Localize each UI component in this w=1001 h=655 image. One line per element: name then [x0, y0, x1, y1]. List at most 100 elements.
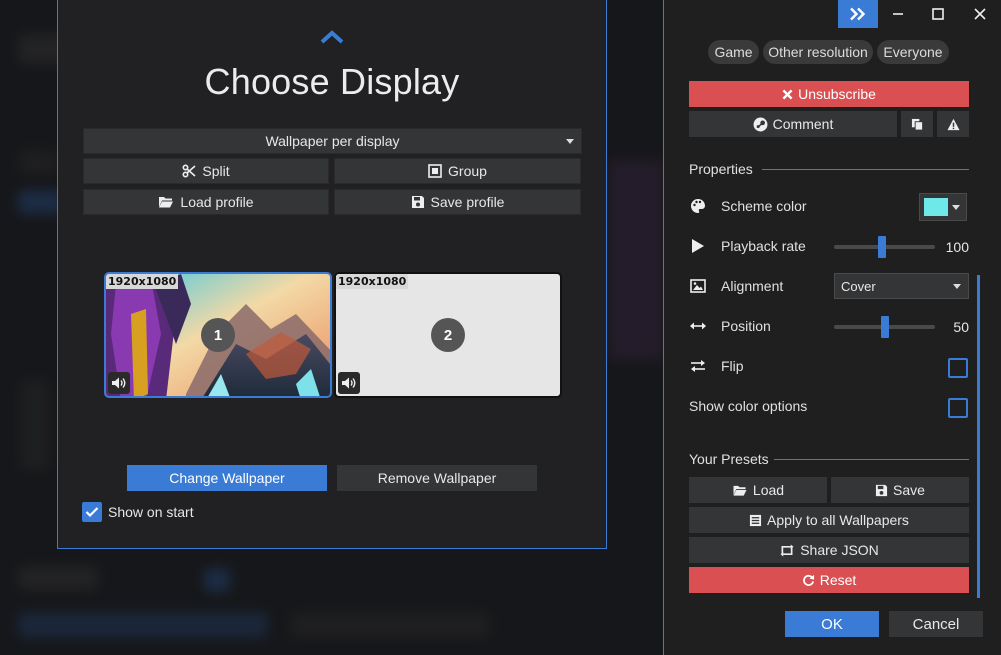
- cancel-button[interactable]: Cancel: [889, 611, 983, 637]
- display-resolution-label: 1920x1080: [336, 274, 409, 289]
- choose-display-dialog: Choose Display Wallpaper per display Spl…: [57, 0, 607, 549]
- group-label: Group: [448, 163, 487, 179]
- display-resolution-label: 1920x1080: [106, 274, 179, 289]
- folder-open-icon: [159, 197, 174, 208]
- save-profile-label: Save profile: [430, 194, 505, 210]
- minimize-icon: [893, 13, 903, 15]
- chevron-up-icon[interactable]: [319, 29, 345, 45]
- speaker-icon[interactable]: [108, 372, 130, 394]
- flip-label: Flip: [721, 358, 744, 374]
- apply-to-all-label: Apply to all Wallpapers: [767, 512, 909, 528]
- floppy-disk-icon: [875, 484, 888, 496]
- scissors-icon: [182, 164, 196, 178]
- share-json-button[interactable]: Share JSON: [689, 537, 969, 563]
- display-1-tile[interactable]: 1920x1080 1: [104, 272, 332, 398]
- comment-button[interactable]: Comment: [689, 111, 897, 137]
- alignment-row: Alignment: [689, 278, 783, 294]
- palette-icon: [689, 198, 707, 214]
- list-icon: [749, 514, 762, 526]
- alignment-select[interactable]: Cover: [834, 273, 969, 299]
- save-profile-button[interactable]: Save profile: [334, 189, 581, 215]
- group-button[interactable]: Group: [334, 158, 581, 184]
- show-on-start-label: Show on start: [108, 504, 194, 520]
- load-profile-button[interactable]: Load profile: [83, 189, 329, 215]
- apply-to-all-button[interactable]: Apply to all Wallpapers: [689, 507, 969, 533]
- caret-down-icon: [566, 139, 574, 144]
- display-number-badge: 1: [201, 318, 235, 352]
- dialog-title: Choose Display: [204, 61, 460, 102]
- show-on-start-checkbox[interactable]: [82, 502, 102, 522]
- panel-scrollbar[interactable]: [977, 275, 980, 598]
- position-label: Position: [721, 318, 771, 334]
- section-divider: [774, 459, 969, 460]
- presets-heading: Your Presets: [689, 451, 769, 467]
- refresh-icon: [802, 574, 814, 586]
- load-label: Load: [752, 482, 785, 498]
- wallpaper-properties-panel: Game Other resolution Everyone Unsubscri…: [663, 0, 1001, 655]
- tag-game[interactable]: Game: [708, 40, 759, 64]
- collapse-panel-button[interactable]: [838, 0, 878, 28]
- show-color-options-row: Show color options: [689, 398, 807, 414]
- save-label: Save: [893, 482, 925, 498]
- play-icon: [689, 238, 707, 254]
- image-icon: [689, 278, 707, 294]
- display-2-tile[interactable]: 1920x1080 2: [334, 272, 562, 398]
- arrows-horizontal-icon: [689, 318, 707, 334]
- change-wallpaper-button[interactable]: Change Wallpaper: [127, 465, 327, 491]
- alignment-label: Alignment: [721, 278, 784, 294]
- unsubscribe-label: Unsubscribe: [798, 86, 876, 102]
- color-swatch: [924, 198, 948, 216]
- reset-button[interactable]: Reset: [689, 567, 969, 593]
- playback-rate-label: Playback rate: [721, 238, 806, 254]
- slider-thumb[interactable]: [881, 316, 889, 338]
- playback-rate-slider[interactable]: [834, 236, 935, 258]
- playback-rate-row: Playback rate: [689, 238, 806, 254]
- split-button[interactable]: Split: [83, 158, 329, 184]
- report-button[interactable]: [937, 111, 969, 137]
- show-color-options-label: Show color options: [689, 398, 808, 414]
- copy-icon: [911, 118, 923, 131]
- playback-rate-value: 100: [945, 239, 969, 255]
- caret-down-icon: [952, 205, 960, 210]
- load-preset-button[interactable]: Load: [689, 477, 827, 503]
- group-icon: [428, 164, 442, 178]
- unsubscribe-button[interactable]: Unsubscribe: [689, 81, 969, 107]
- comment-label: Comment: [772, 116, 834, 132]
- position-value: 50: [953, 319, 969, 335]
- position-slider[interactable]: [834, 316, 935, 338]
- tag-other-resolution[interactable]: Other resolution: [763, 40, 873, 64]
- display-number-badge: 2: [431, 318, 465, 352]
- section-divider: [762, 169, 969, 170]
- close-button[interactable]: [960, 0, 1000, 28]
- save-preset-button[interactable]: Save: [831, 477, 969, 503]
- alignment-value: Cover: [841, 278, 876, 294]
- flip-checkbox[interactable]: [948, 358, 968, 378]
- ok-button[interactable]: OK: [785, 611, 879, 637]
- minimize-button[interactable]: [878, 0, 918, 28]
- scheme-color-label: Scheme color: [721, 198, 807, 214]
- share-json-label: Share JSON: [800, 542, 879, 558]
- copy-button[interactable]: [901, 111, 933, 137]
- position-row: Position: [689, 318, 771, 334]
- show-on-start-row[interactable]: Show on start: [82, 502, 194, 522]
- display-mode-value: Wallpaper per display: [265, 133, 400, 149]
- flip-row: Flip: [689, 358, 744, 374]
- swap-arrows-icon: [689, 358, 707, 374]
- show-color-options-checkbox[interactable]: [948, 398, 968, 418]
- properties-heading: Properties: [689, 161, 753, 177]
- x-icon: [782, 89, 793, 99]
- display-mode-select[interactable]: Wallpaper per display: [83, 128, 582, 154]
- retweet-icon: [780, 543, 794, 557]
- steam-icon: [753, 117, 768, 131]
- scheme-color-row: Scheme color: [689, 198, 807, 214]
- scheme-color-picker[interactable]: [919, 193, 967, 221]
- speaker-icon[interactable]: [338, 372, 360, 394]
- tag-everyone[interactable]: Everyone: [877, 40, 949, 64]
- slider-thumb[interactable]: [878, 236, 886, 258]
- double-chevron-right-icon: [850, 7, 866, 21]
- remove-wallpaper-button[interactable]: Remove Wallpaper: [337, 465, 537, 491]
- caret-down-icon: [953, 284, 961, 289]
- maximize-button[interactable]: [918, 0, 958, 28]
- folder-open-icon: [733, 485, 747, 496]
- floppy-disk-icon: [411, 196, 424, 208]
